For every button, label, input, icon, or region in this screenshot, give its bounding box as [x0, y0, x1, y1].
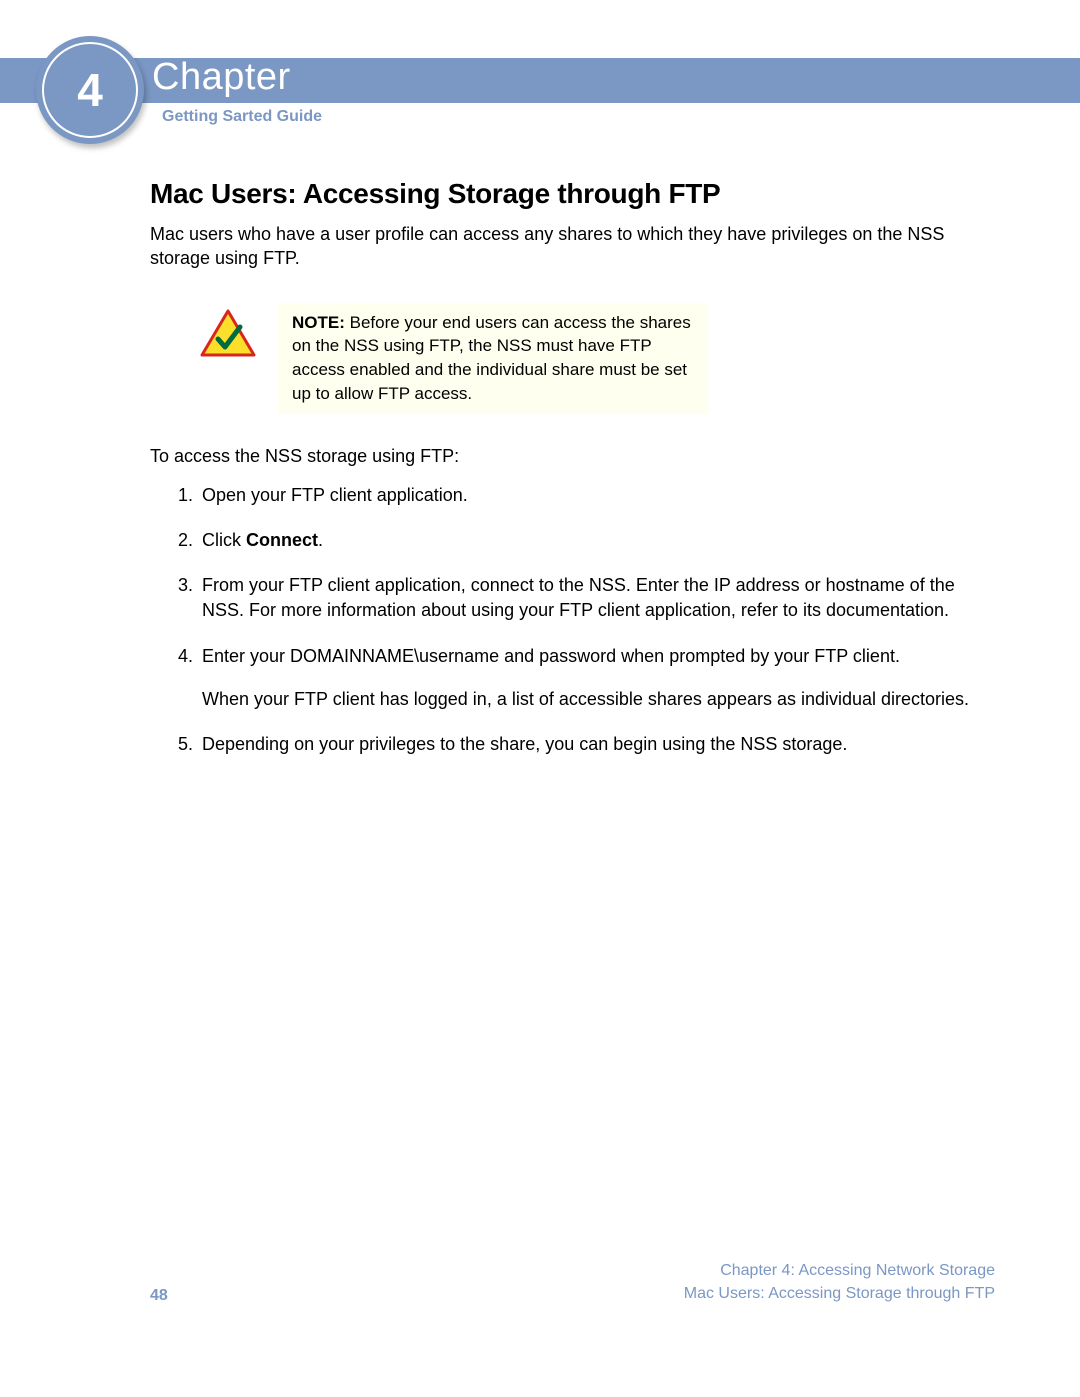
warning-check-icon — [200, 309, 256, 359]
steps-list: Open your FTP client application. Click … — [150, 483, 1000, 757]
step-2-prefix: Click — [202, 530, 246, 550]
step-2-bold: Connect — [246, 530, 318, 550]
footer-chapter-line: Chapter 4: Accessing Network Storage — [684, 1260, 995, 1282]
note-body: Before your end users can access the sha… — [292, 313, 691, 403]
chapter-label: Chapter — [152, 56, 291, 99]
footer-section-line: Mac Users: Accessing Storage through FTP — [684, 1283, 995, 1305]
step-3: From your FTP client application, connec… — [198, 573, 1000, 623]
note-label: NOTE: — [292, 313, 345, 332]
section-title: Mac Users: Accessing Storage through FTP — [150, 178, 1000, 210]
chapter-badge-ring: 4 — [42, 42, 138, 138]
step-4-extra: When your FTP client has logged in, a li… — [202, 687, 1000, 712]
guide-label: Getting Sarted Guide — [162, 108, 322, 126]
page-content: Mac Users: Accessing Storage through FTP… — [150, 178, 1000, 777]
step-4: Enter your DOMAINNAME\username and passw… — [198, 644, 1000, 712]
footer-right: Chapter 4: Accessing Network Storage Mac… — [684, 1260, 995, 1305]
step-4-text: Enter your DOMAINNAME\username and passw… — [202, 646, 900, 666]
step-5: Depending on your privileges to the shar… — [198, 732, 1000, 757]
step-1: Open your FTP client application. — [198, 483, 1000, 508]
chapter-badge: 4 — [36, 36, 144, 144]
step-2-suffix: . — [318, 530, 323, 550]
note-text: NOTE: Before your end users can access t… — [278, 303, 708, 414]
step-2: Click Connect. — [198, 528, 1000, 553]
note-block: NOTE: Before your end users can access t… — [150, 303, 1000, 414]
page-footer: 48 Chapter 4: Accessing Network Storage … — [150, 1260, 995, 1305]
intro-paragraph: Mac users who have a user profile can ac… — [150, 222, 1000, 271]
page-number: 48 — [150, 1287, 168, 1305]
chapter-number: 4 — [77, 63, 103, 117]
steps-lead: To access the NSS storage using FTP: — [150, 446, 1000, 467]
